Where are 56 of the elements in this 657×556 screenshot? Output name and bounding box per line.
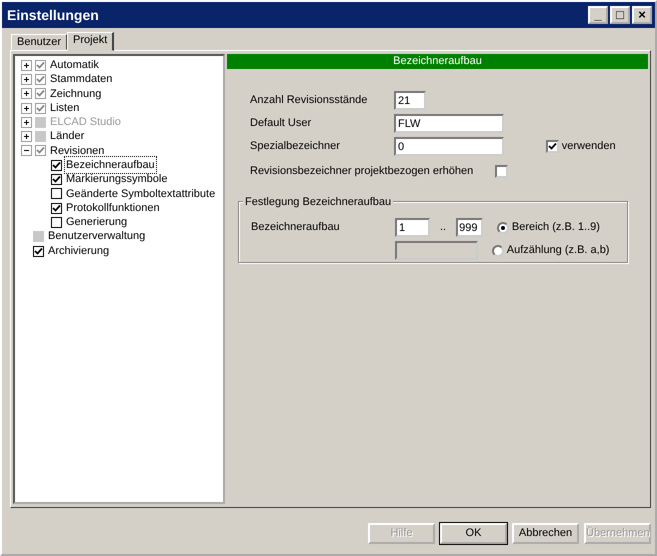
tree-item[interactable]: Länder (49, 128, 86, 145)
tree-item[interactable]: Archivierung (47, 242, 110, 260)
tree-item[interactable]: Bezeichneraufbau (65, 156, 156, 174)
checkbox[interactable] (51, 202, 62, 214)
checkbox-label: verwenden (562, 139, 616, 154)
checkbox[interactable] (33, 246, 44, 256)
field-label: Default User (250, 116, 312, 132)
checkbox[interactable] (35, 74, 46, 85)
tab[interactable]: Benutzer (11, 34, 68, 50)
checkbox[interactable] (51, 188, 62, 200)
input-field[interactable]: 21 (394, 91, 426, 110)
minimize-button[interactable]: _ (588, 6, 608, 24)
checkbox[interactable] (51, 174, 62, 186)
tree-item[interactable]: Markierungssymbole (65, 171, 168, 188)
expand-icon[interactable] (21, 74, 32, 85)
checkbox[interactable] (35, 145, 46, 156)
radio-label: Bereich (z.B. 1..9) (512, 220, 600, 236)
tree-item[interactable]: Automatik (49, 56, 100, 74)
dialog-button[interactable]: Abbrechen (512, 523, 579, 544)
close-button[interactable]: × (632, 6, 652, 24)
field-label: Spezialbezeichner (250, 139, 341, 154)
field-label: Bezeichneraufbau (251, 220, 341, 236)
group-title: Festlegung Bezeichneraufbau (243, 194, 394, 210)
checkbox[interactable] (51, 160, 62, 171)
window-title: Einstellungen (7, 6, 99, 25)
tree-item[interactable]: Benutzerverwaltung (47, 228, 146, 245)
range-separator: .. (440, 220, 446, 236)
radio-label: Aufzählung (z.B. a,b) (506, 243, 610, 258)
checkbox[interactable] (35, 60, 46, 71)
expand-icon[interactable] (21, 102, 32, 114)
input-field[interactable]: 999 (456, 218, 484, 237)
expand-icon[interactable] (21, 88, 32, 100)
checkbox[interactable] (35, 88, 46, 100)
tree-item[interactable]: Zeichnung (49, 86, 102, 102)
field-label: Anzahl Revisionsstände (250, 93, 368, 108)
tree-item[interactable]: Geänderte Symboltextattribute (65, 186, 216, 202)
checkbox-label: Revisionsbezeichner projektbezogen erhöhen (250, 164, 474, 180)
input-field[interactable]: 1 (395, 218, 430, 237)
expand-icon[interactable] (21, 131, 32, 142)
expand-icon[interactable] (21, 60, 32, 71)
input-field[interactable]: 0 (394, 137, 504, 156)
section-header: Bezeichneraufbau (227, 54, 648, 69)
input-field[interactable]: FLW (394, 114, 504, 133)
tree-item[interactable]: Protokollfunktionen (65, 200, 161, 216)
maximize-button[interactable]: □ (610, 6, 630, 24)
collapse-icon[interactable] (21, 145, 32, 156)
tree-item[interactable]: Listen (49, 100, 80, 116)
tab[interactable]: Projekt (67, 32, 114, 51)
dialog-button[interactable]: OK (440, 523, 507, 544)
checkbox[interactable] (51, 216, 62, 228)
tree-item[interactable]: Stammdaten (49, 71, 114, 88)
radio-button[interactable] (497, 222, 510, 234)
tree-item[interactable]: Generierung (65, 214, 128, 231)
tree-item[interactable]: Revisionen (49, 142, 106, 160)
checkbox[interactable] (35, 102, 46, 114)
radio-button[interactable] (492, 244, 504, 256)
